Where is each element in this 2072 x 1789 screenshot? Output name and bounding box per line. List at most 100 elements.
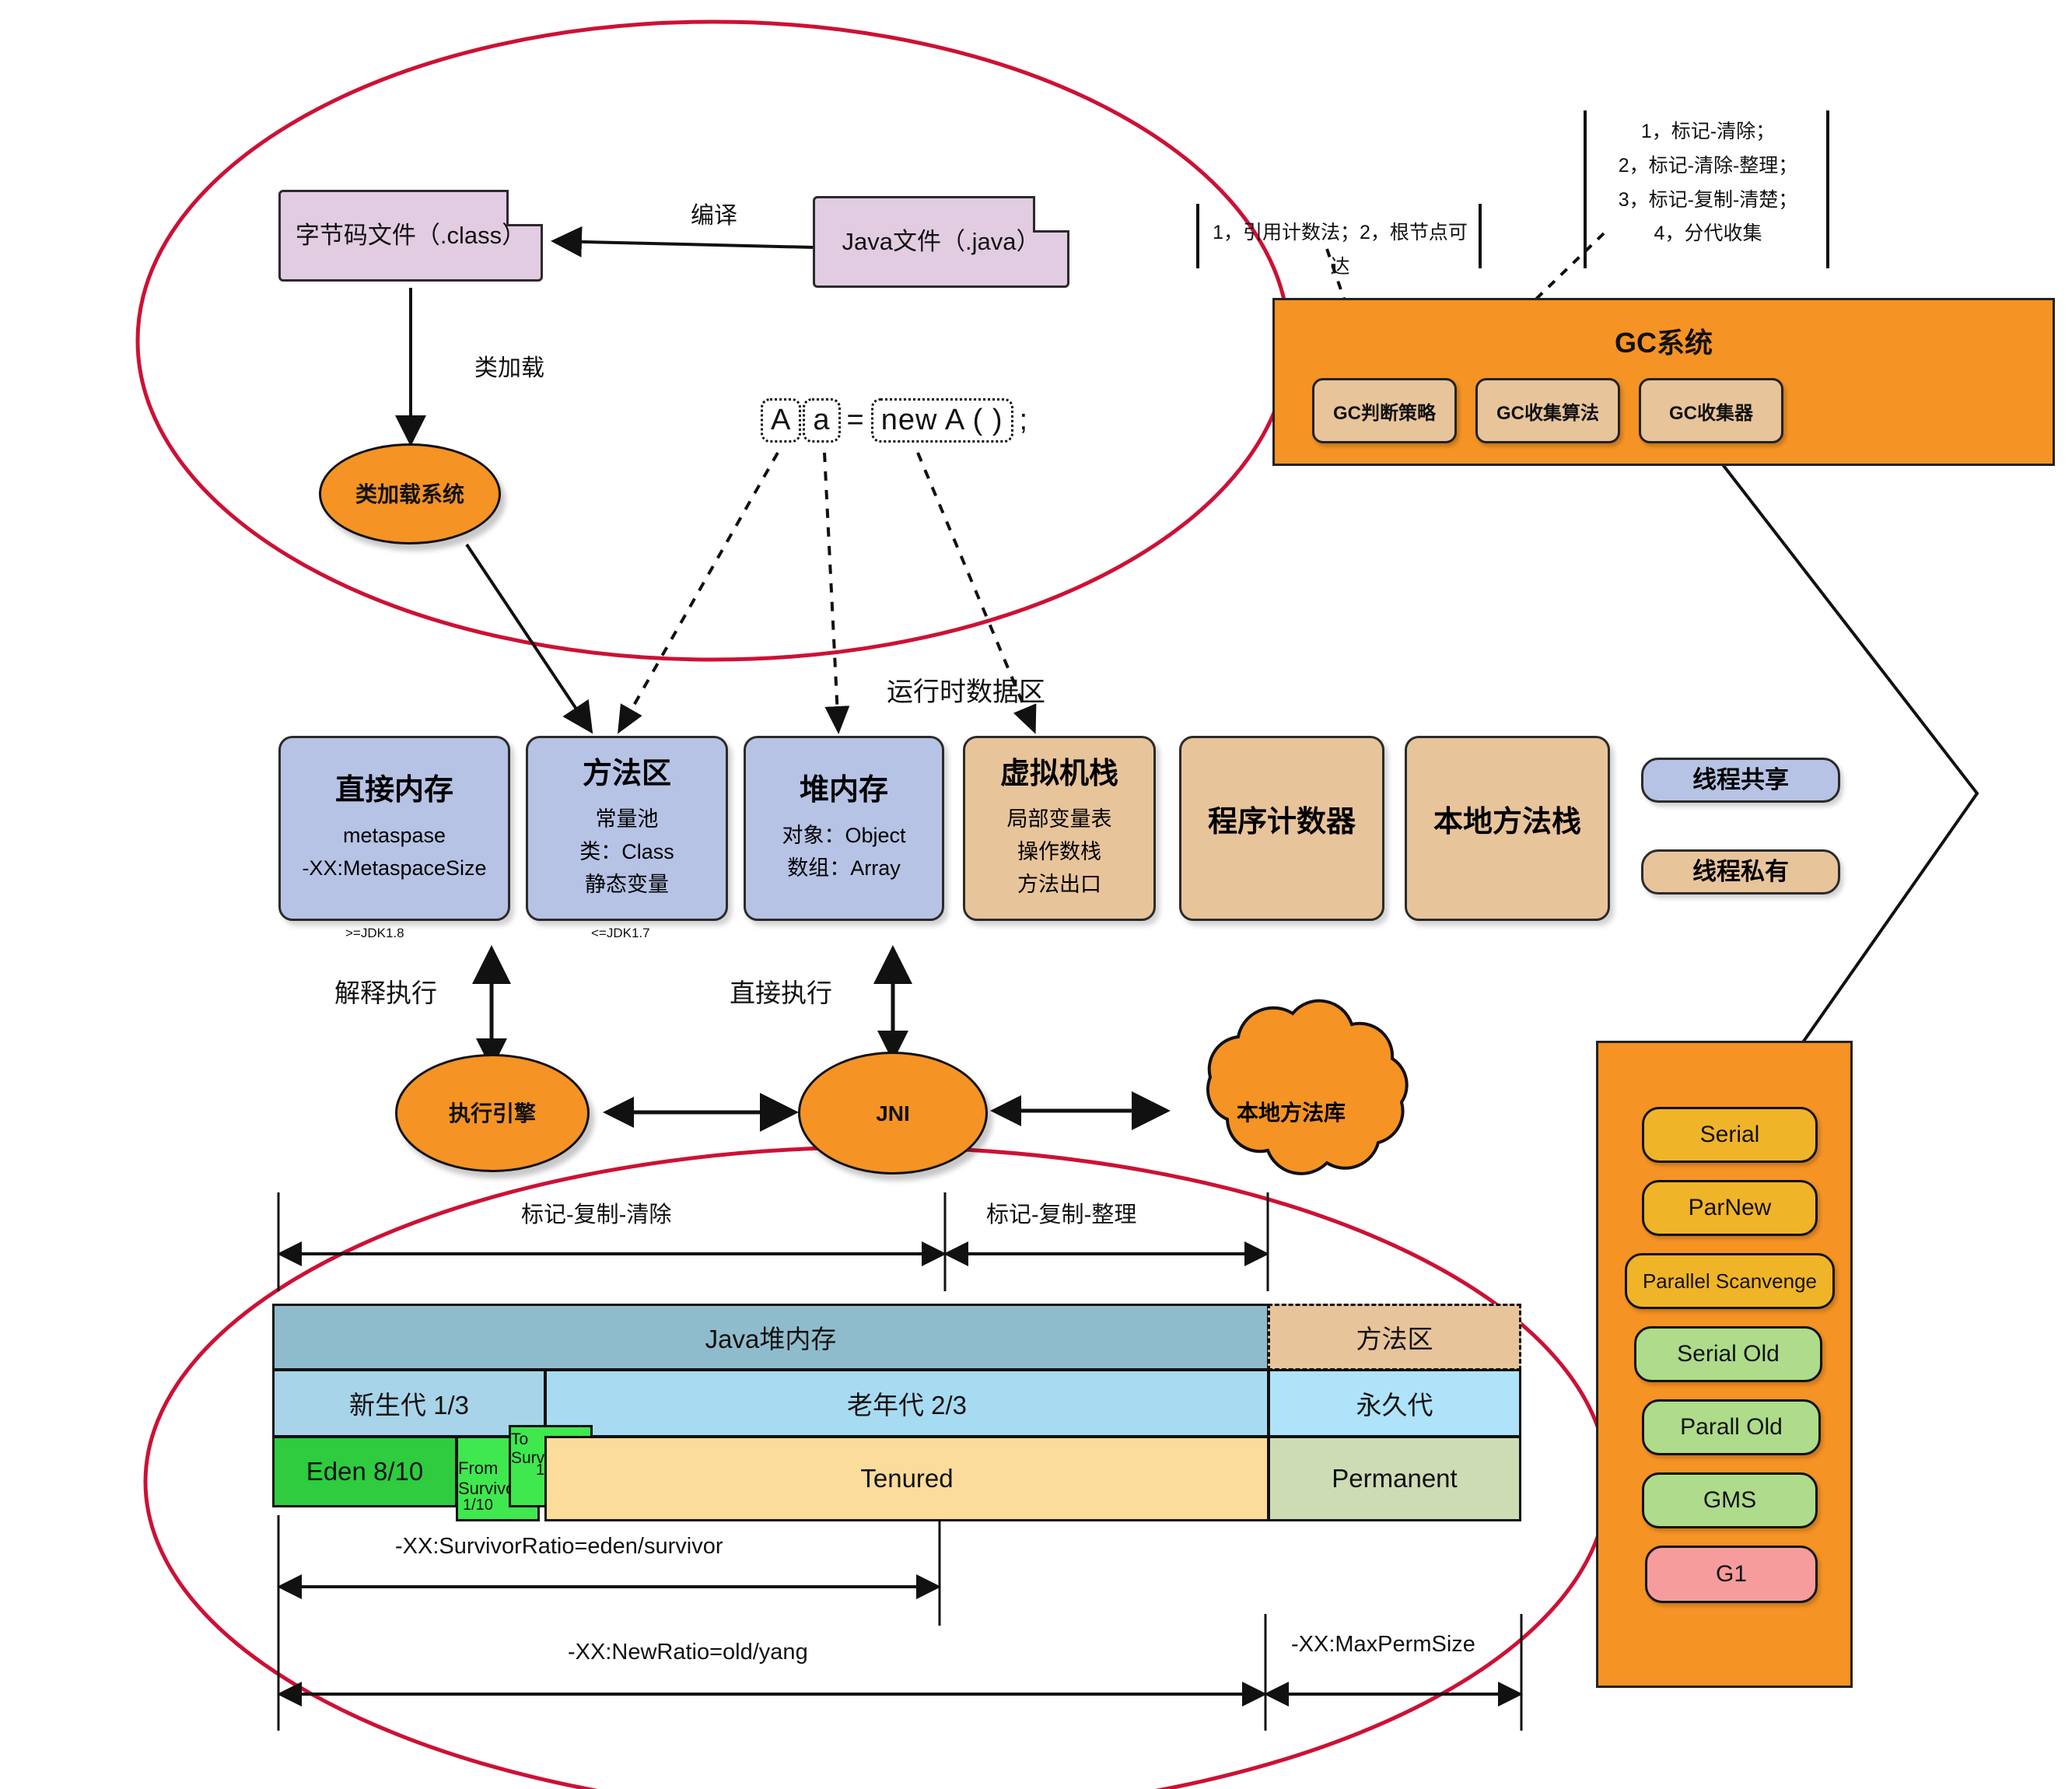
memory-box-line: 常量池 [595,807,659,831]
gc-chip-collector[interactable]: GC收集器 [1639,378,1783,443]
compile-edge-label: 编译 [691,203,737,229]
legend-thread-private: 线程私有 [1641,849,1840,894]
bytecode-file-node: 字节码文件（.class） [278,190,543,282]
code-token-var: a [803,398,841,443]
memory-box-line: 静态变量 [585,872,669,896]
collector-label: Serial [1699,1122,1760,1147]
code-token-type: A [761,398,802,443]
gc-chip-label: GC收集算法 [1496,402,1599,424]
heap-segment-label: Permanent [1332,1464,1458,1493]
java-file-node: Java文件（.java） [813,196,1069,288]
collector-label: Serial Old [1677,1341,1780,1367]
execution-engine-label: 执行引擎 [448,1101,536,1126]
heap-segment-label: Java堆内存 [705,1325,837,1353]
bytecode-file-label: 字节码文件（.class） [295,221,527,249]
heap-segment-label: 方法区 [1356,1325,1433,1353]
gc-algorithm-note-line: 4，分代收集 [1654,222,1762,245]
jdk-note-direct-memory: >=JDK1.8 [345,926,404,940]
gc-chip-label: GC判断策略 [1333,402,1436,424]
page-fold-icon [506,190,543,226]
collector-parallel-scavenge[interactable]: Parallel Scanvenge [1625,1253,1835,1309]
gc-collector-panel: Serial ParNew Parallel Scanvenge Serial … [1596,1041,1853,1688]
memory-box-method-area: 方法区 常量池 类：Class 静态变量 [526,736,728,921]
heap-segment-label: 老年代 2/3 [846,1391,968,1420]
code-token-new-expr: new A ( ) [870,398,1013,443]
heap-segment-method-area: 方法区 [1268,1304,1521,1371]
class-loader-system-label: 类加载系统 [355,481,464,506]
collector-cms[interactable]: GMS [1642,1472,1818,1528]
dim-label-survivor-ratio: -XX:SurvivorRatio=eden/survivor [395,1534,723,1559]
classload-edge-label: 类加载 [474,355,544,381]
collector-label: ParNew [1688,1195,1772,1220]
heap-segment-sublabel: 1/10 [463,1497,493,1514]
span-label-mark-copy-compact: 标记-复制-整理 [986,1203,1137,1227]
memory-box-pc-register: 程序计数器 [1179,736,1384,921]
gc-judge-note-line: 1，引用计数法；2，根节点可达 [1213,222,1468,278]
collector-g1[interactable]: G1 [1645,1546,1818,1603]
jdk-note-method-area: <=JDK1.7 [591,926,650,940]
dim-label-max-perm-size: -XX:MaxPermSize [1291,1632,1475,1657]
heap-segment-label: 新生代 1/3 [348,1391,470,1420]
legend-thread-shared: 线程共享 [1641,758,1840,803]
code-token-equals: = [846,404,865,436]
jni-node: JNI [798,1052,988,1175]
page-fold-icon [1033,196,1069,233]
heap-segment-label: 永久代 [1356,1391,1433,1420]
memory-box-line: 操作数栈 [1017,839,1101,863]
memory-box-line: 对象：Object [782,824,906,847]
memory-box-line: 数组：Array [787,856,901,880]
collector-parnew[interactable]: ParNew [1642,1180,1818,1236]
dim-label-new-ratio: -XX:NewRatio=old/yang [568,1640,808,1665]
execution-engine-node: 执行引擎 [395,1054,590,1172]
collector-label: GMS [1703,1487,1757,1513]
interpret-exec-label: 解释执行 [334,979,437,1007]
memory-box-native-stack: 本地方法栈 [1405,736,1610,921]
heap-segment-young-gen: 新生代 1/3 [272,1369,546,1437]
gc-algorithm-note: 1，标记-清除； 2，标记-清除-整理； 3，标记-复制-清楚； 4，分代收集 [1591,115,1825,251]
memory-box-title: 程序计数器 [1207,806,1356,839]
native-library-node: 本地方法库 [1202,1062,1381,1163]
gc-algorithm-note-line: 1，标记-清除； [1640,121,1776,142]
code-token-semicolon: ; [1019,404,1029,436]
span-label-mark-copy-sweep: 标记-复制-清除 [521,1203,672,1227]
heap-segment-label: Tenured [860,1464,954,1493]
heap-segment-eden: Eden 8/10 [272,1436,457,1507]
memory-box-direct-memory: 直接内存 metaspase -XX:MetaspaceSize [278,736,510,921]
gc-chip-collection-algorithm[interactable]: GC收集算法 [1475,378,1620,443]
memory-box-vm-stack: 虚拟机栈 局部变量表 操作数栈 方法出口 [963,736,1156,921]
collector-label: G1 [1715,1561,1748,1587]
heap-segment-permanent: Permanent [1268,1436,1521,1521]
memory-box-heap: 堆内存 对象：Object 数组：Array [744,736,944,921]
heap-segment-tenured: Tenured [544,1436,1269,1521]
gc-chip-label: GC收集器 [1669,402,1753,424]
memory-box-line: 类：Class [579,839,674,863]
memory-box-line: metaspase [342,824,446,847]
direct-exec-label: 直接执行 [730,979,832,1007]
memory-box-title: 本地方法栈 [1433,806,1581,839]
memory-box-title: 方法区 [582,757,671,790]
native-library-label: 本地方法库 [1236,1100,1346,1125]
legend-thread-private-label: 线程私有 [1692,857,1789,885]
diagram-canvas: 字节码文件（.class） Java文件（.java） 编译 类加载 类加载系统… [0,0,2072,1789]
heap-segment-java-heap: Java堆内存 [272,1304,1269,1371]
heap-segment-old-gen: 老年代 2/3 [544,1369,1269,1437]
java-file-label: Java文件（.java） [842,227,1041,255]
memory-box-line: 局部变量表 [1006,807,1112,831]
gc-judge-note: 1，引用计数法；2，根节点可达 [1204,216,1476,285]
gc-system-panel: GC系统 GC判断策略 GC收集算法 GC收集器 [1272,298,2055,466]
memory-box-title: 堆内存 [799,773,888,807]
class-loader-system-node: 类加载系统 [319,443,501,544]
gc-chip-judge-strategy[interactable]: GC判断策略 [1312,378,1457,443]
heap-segment-label: Eden 8/10 [306,1457,424,1486]
heap-segment-perm-gen: 永久代 [1268,1369,1521,1437]
collector-label: Parall Old [1680,1414,1783,1440]
memory-box-title: 直接内存 [334,773,453,807]
collector-serial-old[interactable]: Serial Old [1634,1326,1822,1382]
gc-system-title: GC系统 [1614,327,1713,359]
collector-parallel-old[interactable]: Parall Old [1642,1399,1821,1455]
memory-box-line: 方法出口 [1017,872,1101,896]
gc-algorithm-note-line: 3，标记-复制-清楚； [1618,188,1798,211]
legend-thread-shared-label: 线程共享 [1692,765,1789,793]
collector-serial[interactable]: Serial [1642,1107,1818,1163]
runtime-data-area-label: 运行时数据区 [887,677,1045,707]
